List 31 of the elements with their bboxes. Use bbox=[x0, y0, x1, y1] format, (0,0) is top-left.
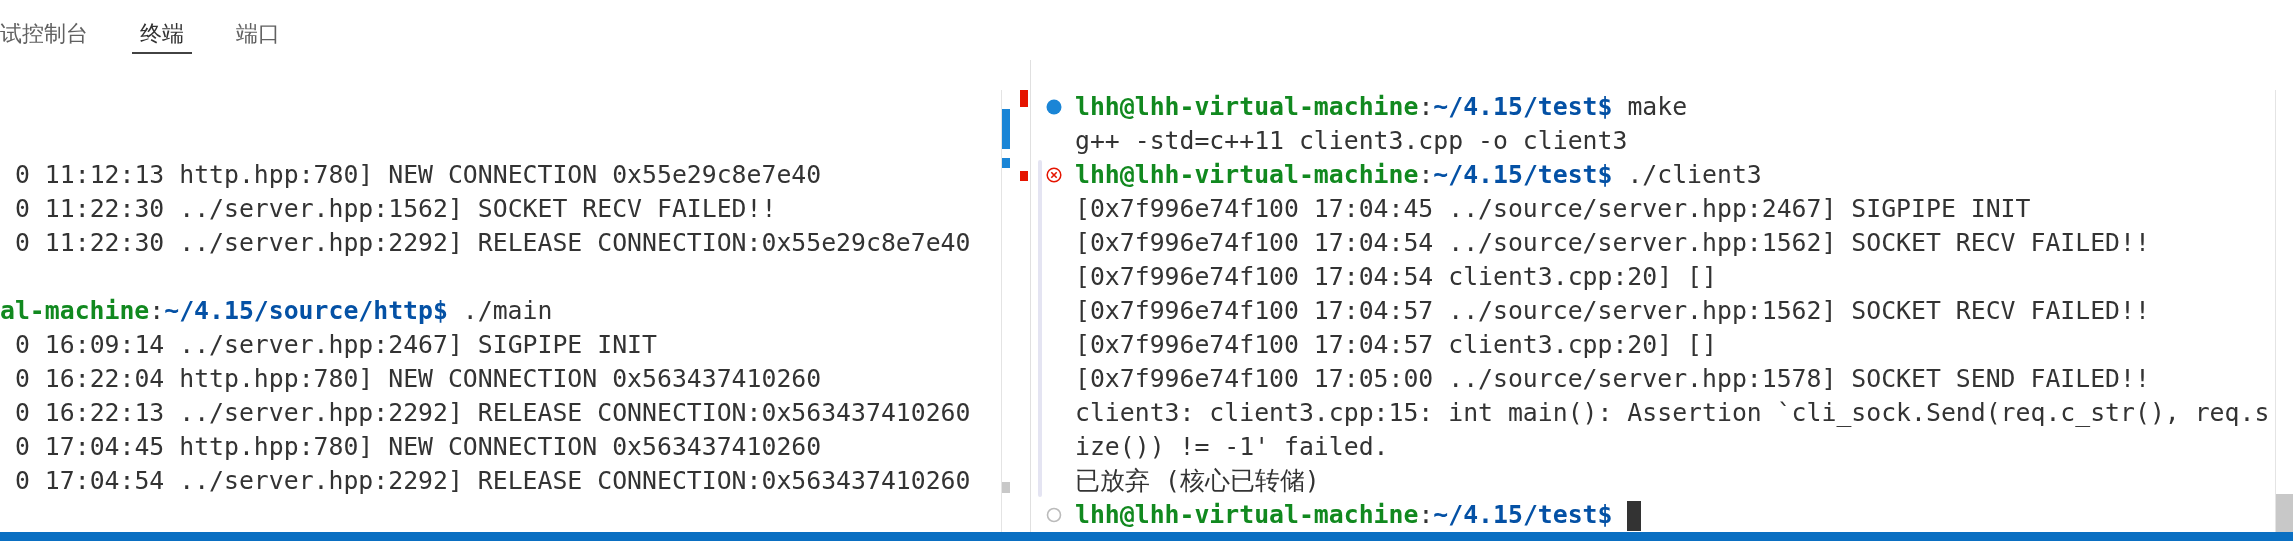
prompt-line: lhh@lhh-virtual-machine:~/4.15/test$ bbox=[1075, 498, 1642, 532]
output-line: [0x7f996e74f100 17:04:57 ../source/server.hpp:1562] SOCKET RECV FAILED!! bbox=[1075, 295, 2150, 327]
output-line: 0 11:12:13 http.hpp:780] NEW CONNECTION 0x55e29c8e7e40 bbox=[14, 159, 822, 191]
output-line: [0x7f996e74f100 17:05:00 ../source/server.hpp:1578] SOCKET SEND FAILED!! bbox=[1075, 363, 2150, 395]
output-line: [0x7f996e74f100 17:04:45 ../source/server.hpp:2467] SIGPIPE INIT bbox=[1075, 193, 2031, 225]
output-line: g++ -std=c++11 client3.cpp -o client3 bbox=[1075, 125, 1628, 157]
ruler-mark bbox=[1020, 90, 1028, 107]
output-line: 已放弃 (核心已转储) bbox=[1075, 465, 1320, 497]
output-line: [0x7f996e74f100 17:04:54 ../source/server.hpp:1562] SOCKET RECV FAILED!! bbox=[1075, 227, 2150, 259]
output-line: 0 16:09:14 ../server.hpp:2467] SIGPIPE INIT bbox=[14, 329, 657, 361]
output-line: ize()) != -1' failed. bbox=[1075, 431, 1389, 463]
panel-tab[interactable]: 终端 bbox=[132, 20, 192, 54]
panel-tab[interactable]: 试控制台 bbox=[0, 20, 96, 54]
scrollbar-thumb[interactable] bbox=[2276, 494, 2293, 532]
prompt-line: lhh@lhh-virtual-machine:~/4.15/test$ make bbox=[1075, 91, 1688, 123]
output-line: [0x7f996e74f100 17:04:54 client3.cpp:20] [] bbox=[1075, 261, 1717, 293]
panel-tab[interactable]: 端口 bbox=[228, 20, 288, 54]
output-line: client3: client3.cpp:15: int main(): Assertion `cli_sock.Send(req.c_str(), req.s bbox=[1075, 397, 2270, 429]
output-line: 0 11:22:30 ../server.hpp:1562] SOCKET RECV FAILED!! bbox=[14, 193, 777, 225]
output-line: [0x7f996e74f100 17:04:57 client3.cpp:20] [] bbox=[1075, 329, 1717, 361]
output-line: 0 11:22:30 ../server.hpp:2292] RELEASE CONNECTION:0x55e29c8e7e40 bbox=[14, 227, 971, 259]
circle-icon[interactable] bbox=[1046, 99, 1062, 115]
output-line: 0 17:04:45 http.hpp:780] NEW CONNECTION 0x563437410260 bbox=[14, 431, 822, 463]
ruler-mark bbox=[1002, 482, 1010, 493]
prompt-line: al-machine:~/4.15/source/http$ ./main bbox=[0, 295, 553, 327]
error-icon[interactable] bbox=[1046, 167, 1062, 183]
output-line: 0 16:22:04 http.hpp:780] NEW CONNECTION 0x563437410260 bbox=[14, 363, 822, 395]
output-line: 0 17:04:54 ../server.hpp:2292] RELEASE CONNECTION:0x563437410260 bbox=[14, 465, 971, 497]
ruler-mark bbox=[1002, 109, 1010, 149]
output-line: 0 16:22:13 ../server.hpp:2292] RELEASE CONNECTION:0x563437410260 bbox=[14, 397, 971, 429]
prompt-line: lhh@lhh-virtual-machine:~/4.15/test$ ./client3 bbox=[1075, 159, 1762, 191]
